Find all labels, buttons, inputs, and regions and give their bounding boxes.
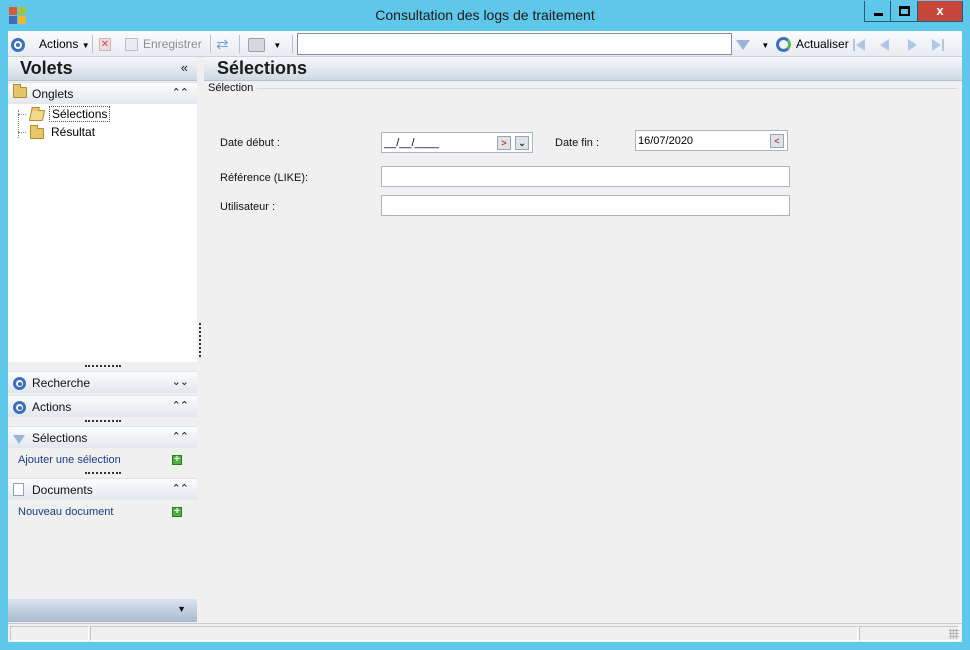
date-debut-label: Date début : [220,137,280,149]
title-bar[interactable]: Consultation des logs de traitement x [0,0,970,31]
chevron-down-icon: ⌄⌄ [171,376,189,388]
circle-target-icon [13,400,26,415]
section-selections-header[interactable]: Sélections ⌃⌃ [8,426,197,448]
left-pane-header: Volets « [8,57,197,81]
chevron-down-icon: ▼ [81,41,90,50]
status-cell [10,626,89,641]
date-fin-label: Date fin : [555,137,600,149]
window-title: Consultation des logs de traitement [375,7,595,23]
circle-target-icon [13,376,26,391]
print-button[interactable]: ▼ [248,31,281,57]
chevron-down-icon: ▼ [273,41,282,50]
funnel-icon [13,433,25,447]
clear-date-icon[interactable]: < [770,134,784,148]
group-legend: Sélection [208,82,254,94]
collapse-pane-icon[interactable]: « [181,60,188,75]
chevron-up-icon: ⌃⌃ [171,400,189,412]
tree-item-label: Résultat [51,125,96,139]
save-button[interactable]: Enregistrer [125,31,202,57]
main-header: Sélections [204,57,962,81]
date-fin-value: 16/07/2020 [638,135,694,147]
section-onglets-label: Onglets [32,87,74,101]
section-recherche-header[interactable]: Recherche ⌄⌄ [8,371,197,393]
splitter-grip[interactable] [85,472,121,474]
status-cell [90,626,858,641]
chevron-up-icon: ⌃⌃ [171,431,189,443]
left-pane-title: Volets [20,58,73,78]
resize-grip-icon[interactable] [949,629,959,639]
folder-icon [30,125,44,139]
refresh-circle-icon [776,37,791,53]
maximize-button[interactable] [890,1,918,22]
section-onglets-header[interactable]: Onglets ⌃⌃ [8,82,197,104]
section-recherche-label: Recherche [32,376,91,390]
refresh-button[interactable]: Actualiser [776,31,849,57]
save-label: Enregistrer [143,37,202,51]
funnel-icon [736,39,750,50]
sync-arrows-icon: ⇄ [216,36,229,54]
chevron-up-icon: ⌃⌃ [171,483,189,495]
save-document-icon [125,38,138,52]
minimize-button[interactable] [864,1,891,22]
close-icon: x [936,3,944,18]
application-window: Consultation des logs de traitement x Ac… [0,0,970,650]
client-area: Actions ▼ ✕ Enregistrer ⇄ ▼ ▼ Actualiser… [8,31,962,642]
minimize-icon [874,13,883,16]
delete-button[interactable]: ✕ [99,31,111,57]
tabs-tree: Sélections Résultat [8,104,197,362]
date-debut-field[interactable]: __/__/____ > ⌄ [381,132,533,153]
folder-open-icon [28,110,46,121]
search-input-box[interactable] [297,33,732,55]
new-document-link[interactable]: Nouveau document [18,506,113,518]
tree-item-label: Sélections [49,106,111,122]
toolbar: Actions ▼ ✕ Enregistrer ⇄ ▼ ▼ Actualiser [8,31,962,57]
main-panel: Sélections Sélection Date début : __/__/… [204,57,962,622]
add-icon[interactable]: + [172,507,182,517]
section-actions-header[interactable]: Actions ⌃⌃ [8,395,197,417]
chevron-down-icon: ▼ [177,604,186,614]
utilisateur-input[interactable] [381,195,790,216]
actions-menu-label: Actions [39,37,79,51]
page-title: Sélections [217,58,308,78]
printer-icon [248,37,265,52]
document-icon [13,483,24,499]
status-cell [859,626,959,641]
maximize-icon [899,6,910,16]
close-button[interactable]: x [917,1,963,22]
reference-label: Référence (LIKE): [220,172,309,184]
date-debut-value: __/__/____ [384,137,440,149]
folder-icon [13,84,27,101]
left-pane-footer[interactable]: ▼ [8,599,197,622]
chevron-up-icon: ⌃⌃ [171,87,189,99]
section-documents-label: Documents [32,483,93,497]
chevron-down-icon: ▼ [761,41,770,50]
section-actions-label: Actions [32,400,72,414]
splitter-grip[interactable] [85,365,121,367]
search-input[interactable] [298,34,731,54]
add-icon[interactable]: + [172,455,182,465]
date-fin-field[interactable]: 16/07/2020 < [635,130,788,151]
actions-menu-button[interactable]: Actions ▼ [39,31,90,57]
splitter-grip[interactable] [85,420,121,422]
status-bar [8,623,962,642]
actions-icon[interactable] [11,31,25,57]
left-pane: Volets « Onglets ⌃⌃ Sélections Résultat [8,57,197,622]
refresh-label: Actualiser [796,37,849,51]
delete-x-icon: ✕ [99,38,111,52]
section-selections-label: Sélections [32,431,88,445]
chevron-down-icon[interactable]: ⌄ [515,136,529,150]
reference-input[interactable] [381,166,790,187]
vertical-splitter[interactable] [199,323,201,357]
filter-button[interactable]: ▼ [736,31,769,57]
utilisateur-label: Utilisateur : [220,201,276,213]
sync-button[interactable]: ⇄ [216,31,231,57]
add-selection-link[interactable]: Ajouter une sélection [18,454,121,466]
section-documents-header[interactable]: Documents ⌃⌃ [8,478,197,500]
date-pick-arrow-icon[interactable]: > [497,136,511,150]
